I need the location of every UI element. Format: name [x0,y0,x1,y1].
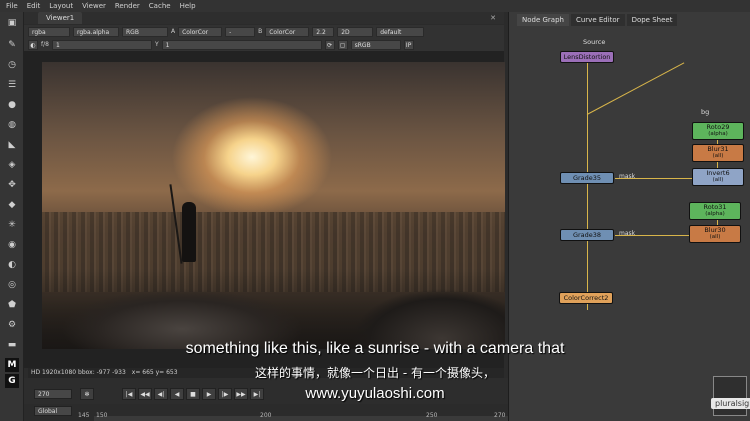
tick-150: 150 [96,412,108,419]
left-toolbar: ▣ ✎ ◷ ☰ ● ◍ ◣ ◈ ✥ ◆ ✳ ◉ ◐ ◎ ⬟ ⚙ ▬ M G [0,12,24,421]
a-input-label: A [171,28,176,35]
menu-edit[interactable]: Edit [27,2,41,10]
color-icon[interactable]: ● [5,98,19,112]
tab-dope-sheet[interactable]: Dope Sheet [626,14,678,26]
roto31-title: Roto31 [703,203,727,211]
source-label: Source [583,38,606,46]
exposure-icon[interactable]: ◐ [28,39,38,50]
views-icon[interactable]: ◐ [5,258,19,272]
roto31-node[interactable]: Roto31 (alpha) [689,202,741,220]
fstop-label: f/8 [41,41,49,48]
blur31-sub: (all) [712,153,724,159]
viewer-controls-row1: rgba rgba.alpha RGB A ColorCor - B Color… [24,25,504,38]
menu-cache[interactable]: Cache [149,2,171,10]
channels-select[interactable]: rgba [28,26,70,37]
colorcorrect2-node[interactable]: ColorCorrect2 [559,292,613,304]
blur31-node[interactable]: Blur31 (all) [692,144,744,162]
b-input-label: B [258,28,263,35]
tick-200: 200 [260,412,272,419]
transform-icon[interactable]: ✥ [5,178,19,192]
viewer-tabbar: Viewer1 ✕ [24,12,504,24]
reaper-figure [182,202,196,262]
bg-label: bg [701,108,710,116]
subtitle-english: something like this, like a sunrise - wi… [185,340,565,357]
roto29-node[interactable]: Roto29 (alpha) [692,122,744,140]
time-icon[interactable]: ◷ [5,58,19,72]
menu-render[interactable]: Render [115,2,140,10]
image-icon[interactable]: ▣ [5,16,19,30]
grade35-node[interactable]: Grade35 [560,172,614,184]
blur30-sub: (all) [709,234,721,240]
invert6-node[interactable]: Invert6 (all) [692,168,744,186]
node-graph-canvas[interactable]: Source LensDistortion Grade35 mask Grade… [509,26,750,421]
roto31-sub: (alpha) [705,211,725,217]
tick-270: 270 [494,412,506,419]
filter-icon[interactable]: ◍ [5,118,19,132]
tag-icon[interactable]: ⬟ [5,298,19,312]
gamma-select[interactable]: 2.2 [312,26,335,37]
b-input-select[interactable]: ColorCor [265,26,310,37]
a-input-select[interactable]: ColorCor [178,26,223,37]
other-icon[interactable]: ⚙ [5,318,19,332]
deep-icon[interactable]: ◉ [5,238,19,252]
3d-icon[interactable]: ◆ [5,198,19,212]
blur30-node[interactable]: Blur30 (all) [689,225,741,243]
bg-wire [586,62,685,115]
tab-viewer1[interactable]: Viewer1 [38,12,83,24]
roto29-title: Roto29 [706,123,730,131]
gamma-label: Y [154,41,159,48]
foreground-rocks [42,269,505,349]
particles-icon[interactable]: ✳ [5,218,19,232]
alpha-channel-select[interactable]: rgba.alpha [73,26,119,37]
lut-select[interactable]: default [376,26,425,37]
node-graph-panel: Node Graph Curve Editor Dope Sheet Sourc… [508,12,750,421]
menu-help[interactable]: Help [180,2,196,10]
invert6-title: Invert6 [706,169,730,177]
channel-icon[interactable]: ☰ [5,78,19,92]
gain-field[interactable]: 1 [51,39,152,50]
lensdistortion-node[interactable]: LensDistortion [560,51,614,63]
mask-label-35: mask [619,173,636,180]
mask-label-38: mask [619,230,636,237]
menu-file[interactable]: File [6,2,18,10]
gamma-field[interactable]: 1 [161,39,322,50]
menu-viewer[interactable]: Viewer [82,2,106,10]
tick-145: 145 [78,412,90,419]
menu-layout[interactable]: Layout [49,2,73,10]
tab-node-graph[interactable]: Node Graph [517,14,569,26]
menu-bar: File Edit Layout Viewer Render Cache Hel… [0,0,750,12]
roto29-sub: (alpha) [708,131,728,137]
paint-icon[interactable]: ✎ [5,38,19,52]
roi-icon[interactable]: ▢ [337,39,348,50]
tab-curve-editor[interactable]: Curve Editor [570,14,625,26]
node-graph-tabs: Node Graph Curve Editor Dope Sheet [517,14,678,26]
ip-button[interactable]: IP [403,39,414,50]
merge-icon[interactable]: ◈ [5,158,19,172]
grade38-node[interactable]: Grade38 [560,229,614,241]
timeline-ruler-area: Global 145 150 200 250 270 [24,404,508,421]
viewer-image [42,62,505,349]
invert6-sub: (all) [712,177,724,183]
colorspace-select[interactable]: sRGB [350,39,401,50]
display-select[interactable]: RGB [122,26,168,37]
main-wire [587,60,588,310]
proxy-select[interactable]: 2D [337,26,374,37]
keyer-icon[interactable]: ◣ [5,138,19,152]
frame-range-select[interactable]: Global [34,406,72,416]
subtitle-chinese: 这样的事情，就像一个日出 - 有一个摄像头， [255,366,495,380]
close-icon[interactable]: ✕ [490,14,496,22]
blur31-title: Blur31 [707,145,729,153]
viewer-controls-row2: ◐ f/8 1 Y 1 ⟳ ▢ sRGB IP [24,38,504,51]
subtitle-url: www.yuyulaoshi.com [305,385,445,402]
refresh-icon[interactable]: ⟳ [324,39,335,50]
blur30-title: Blur30 [704,226,726,234]
compare-select[interactable]: - [225,26,256,37]
metadata-icon[interactable]: ◎ [5,278,19,292]
timeline-ruler[interactable] [94,416,508,421]
tick-250: 250 [426,412,438,419]
